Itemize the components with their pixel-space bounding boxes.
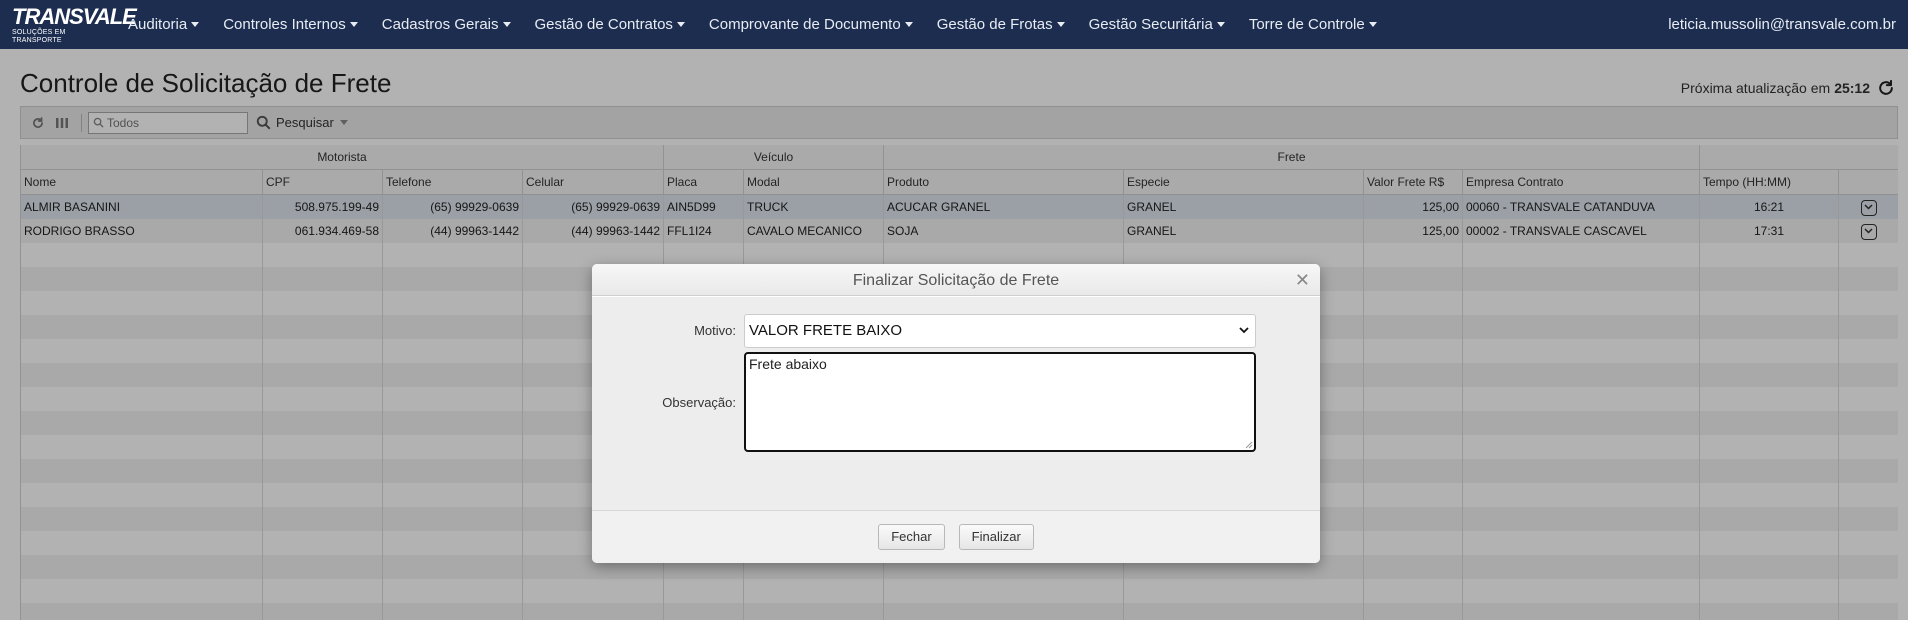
chevron-down-icon	[1239, 327, 1249, 334]
caret-down-icon	[349, 22, 358, 27]
dialog-header: Finalizar Solicitação de Frete ✕	[592, 264, 1320, 296]
main-menu: Auditoria Controles Internos Cadastros G…	[116, 0, 1389, 49]
caret-down-icon	[1216, 22, 1225, 27]
caret-down-icon	[904, 22, 913, 27]
menu-label: Gestão de Contratos	[534, 16, 673, 33]
menu-label: Gestão de Frotas	[936, 16, 1053, 33]
caret-down-icon	[1056, 22, 1065, 27]
observacao-text: Frete abaixo	[749, 356, 827, 372]
observacao-textarea[interactable]: Frete abaixo	[744, 352, 1256, 452]
logo-subtitle: SOLUÇÕES EM TRANSPORTE	[12, 29, 66, 44]
caret-down-icon	[676, 22, 685, 27]
resize-handle-icon[interactable]	[1245, 441, 1253, 449]
menu-torre-de-controle[interactable]: Torre de Controle	[1237, 0, 1389, 49]
transvale-logo[interactable]: TRANSVALE SOLUÇÕES EM TRANSPORTE	[12, 4, 137, 45]
caret-down-icon	[502, 22, 511, 27]
menu-gestao-securitaria[interactable]: Gestão Securitária	[1077, 0, 1237, 49]
menu-label: Auditoria	[128, 16, 188, 33]
motivo-selected-value: VALOR FRETE BAIXO	[749, 322, 903, 339]
menu-comprovante-de-documento[interactable]: Comprovante de Documento	[697, 0, 925, 49]
dialog-body: Motivo: VALOR FRETE BAIXO Observação: Fr…	[592, 297, 1320, 510]
menu-auditoria[interactable]: Auditoria	[116, 0, 211, 49]
dialog-title: Finalizar Solicitação de Frete	[852, 272, 1060, 289]
menu-label: Gestão Securitária	[1088, 16, 1213, 33]
menu-label: Controles Internos	[223, 16, 346, 33]
logo-text: TRANSVALE	[12, 4, 137, 29]
observacao-row: Observação: Frete abaixo	[592, 352, 1320, 452]
close-icon[interactable]: ✕	[1295, 264, 1310, 296]
motivo-label: Motivo:	[694, 323, 736, 338]
menu-gestao-de-contratos[interactable]: Gestão de Contratos	[523, 0, 697, 49]
menu-controles-internos[interactable]: Controles Internos	[211, 0, 370, 49]
fechar-button[interactable]: Fechar	[878, 524, 945, 550]
menu-label: Comprovante de Documento	[708, 16, 901, 33]
user-email-link[interactable]: leticia.mussolin@transvale.com.br	[1668, 0, 1896, 49]
motivo-row: Motivo: VALOR FRETE BAIXO	[592, 314, 1320, 348]
finalize-request-dialog: Finalizar Solicitação de Frete ✕ Motivo:…	[592, 264, 1320, 563]
caret-down-icon	[1368, 22, 1377, 27]
dialog-footer: Fechar Finalizar	[592, 510, 1320, 563]
menu-label: Cadastros Gerais	[381, 16, 499, 33]
caret-down-icon	[191, 22, 200, 27]
motivo-select[interactable]: VALOR FRETE BAIXO	[744, 314, 1256, 348]
menu-gestao-de-frotas[interactable]: Gestão de Frotas	[925, 0, 1077, 49]
observacao-label: Observação:	[662, 395, 736, 410]
menu-cadastros-gerais[interactable]: Cadastros Gerais	[370, 0, 523, 49]
finalizar-button[interactable]: Finalizar	[958, 524, 1034, 550]
top-navbar: TRANSVALE SOLUÇÕES EM TRANSPORTE Auditor…	[0, 0, 1908, 49]
menu-label: Torre de Controle	[1248, 16, 1365, 33]
